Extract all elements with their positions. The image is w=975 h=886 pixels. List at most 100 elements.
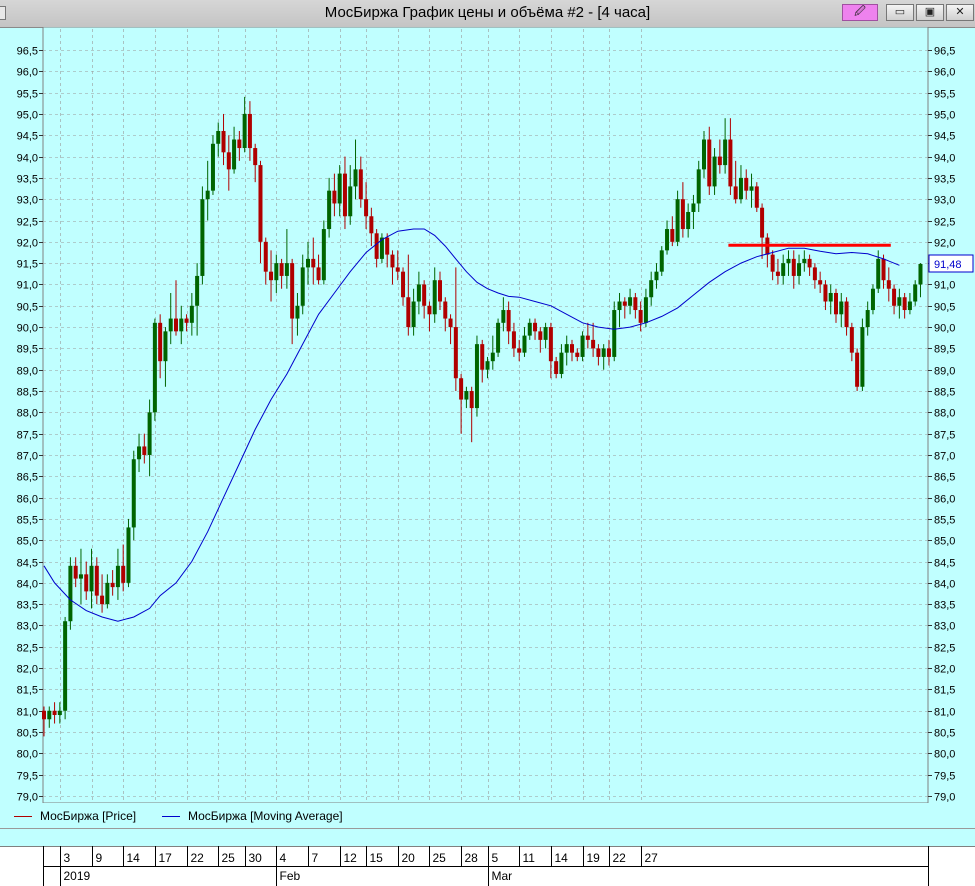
candle-body — [221, 130, 226, 153]
candle-body — [306, 258, 310, 268]
link-pin-button[interactable]: 🖉 — [842, 4, 878, 21]
candle-body — [511, 331, 516, 349]
candle-body — [612, 310, 617, 357]
candle-body — [348, 186, 353, 217]
y-tick-label-left: 94,5 — [17, 131, 38, 143]
candle-body — [205, 190, 210, 200]
y-tick-label-left: 80,5 — [17, 728, 38, 740]
candle-body — [137, 446, 142, 460]
candle-body — [242, 113, 247, 149]
candle-body — [390, 254, 395, 268]
candle-body — [464, 391, 469, 400]
candle-body — [469, 391, 474, 409]
candle-body — [665, 229, 670, 251]
candle-body — [823, 284, 828, 302]
candle-up — [126, 518, 131, 588]
candle-body — [596, 348, 601, 357]
candle-up — [870, 284, 875, 315]
y-tick-label-left: 83,5 — [17, 600, 38, 612]
candle-body — [617, 301, 622, 311]
time-axis[interactable]: 3 9 14 17 22 25 30 4 7 12 15 20 25 28 5 11 14 19 22 27 2019 F… — [0, 846, 975, 886]
price-chart[interactable]: 96,5 96,0 95,5 95,0 94,5 94,0 93,5 93,0 92,5 92,0… — [0, 27, 975, 803]
y-tick-label-right: 93,5 — [934, 174, 955, 186]
candle-up — [152, 318, 157, 421]
last-price-label: 91,48 — [934, 259, 962, 271]
candle-body — [533, 322, 538, 332]
y-tick-label-left: 84,5 — [17, 558, 38, 570]
y-tick-label-left: 92,0 — [17, 238, 38, 250]
candle-body — [770, 254, 775, 272]
y-tick-label-right: 79,5 — [934, 771, 955, 783]
day-tick-label: 4 — [280, 851, 287, 865]
y-tick-label-right: 88,0 — [934, 408, 955, 420]
candle-body — [860, 327, 865, 387]
y-tick-label-left: 91,5 — [17, 259, 38, 271]
day-tick-label: 25 — [433, 851, 447, 865]
candle-body — [342, 173, 347, 217]
y-tick-label-left: 89,5 — [17, 344, 38, 356]
candle-body — [686, 211, 691, 230]
day-tick-label: 19 — [587, 851, 601, 865]
candle-body — [517, 348, 522, 353]
candle-body — [284, 263, 289, 276]
candle-body — [733, 186, 738, 200]
candle-body — [438, 280, 442, 302]
y-tick-label-right: 92,0 — [934, 238, 955, 250]
candle-body — [174, 318, 178, 332]
close-button[interactable]: ✕ — [946, 4, 974, 21]
minimize-button[interactable]: ▭ — [886, 4, 914, 21]
y-tick-label-left: 84,0 — [17, 579, 38, 591]
candle-body — [179, 318, 184, 332]
y-tick-label-right: 92,5 — [934, 217, 955, 229]
maximize-button[interactable]: ▣ — [916, 4, 944, 21]
candle-body — [422, 284, 427, 306]
candle-up — [379, 233, 384, 264]
y-tick-label-right: 94,5 — [934, 131, 955, 143]
legend-swatch-price — [14, 815, 32, 817]
candle-body — [480, 344, 485, 370]
candle-body — [258, 165, 263, 242]
candle-body — [152, 322, 157, 413]
candle-body — [501, 310, 506, 323]
candle-body — [126, 527, 131, 583]
y-tick-label-right: 84,0 — [934, 579, 955, 591]
candle-down — [855, 348, 860, 392]
day-tick-label: 22 — [191, 851, 205, 865]
candle-body — [580, 335, 585, 357]
candle-body — [702, 139, 706, 170]
y-tick-label-left: 96,5 — [17, 46, 38, 58]
candle-body — [237, 139, 242, 149]
y-tick-label-right: 93,0 — [934, 195, 955, 207]
y-tick-label-left: 92,5 — [17, 217, 38, 229]
candle-body — [522, 335, 527, 353]
candle-body — [897, 297, 902, 306]
candle-body — [147, 412, 152, 455]
candle-body — [316, 267, 321, 281]
candle-up — [131, 450, 136, 541]
chart-legend: МосБиржа [Price] МосБиржа [Moving Averag… — [0, 805, 975, 829]
month-tick-label: Mar — [492, 869, 513, 883]
candle-body — [68, 565, 73, 622]
candle-up — [496, 318, 501, 357]
legend-swatch-moving-average — [162, 815, 180, 817]
candle-body — [643, 297, 648, 323]
month-tick-label: Feb — [280, 869, 301, 883]
day-tick-label: 14 — [555, 851, 569, 865]
candle-body — [606, 348, 611, 357]
day-tick-label: 25 — [222, 851, 236, 865]
candle-up — [200, 186, 205, 285]
candle-body — [538, 331, 543, 340]
day-tick-label: 3 — [64, 851, 71, 865]
y-tick-label-right: 96,5 — [934, 46, 955, 58]
candle-body — [886, 280, 891, 289]
candle-body — [712, 156, 717, 187]
candle-up — [68, 557, 73, 630]
y-tick-label-right: 80,0 — [934, 749, 955, 761]
candle-body — [168, 318, 173, 332]
candle-body — [105, 582, 110, 605]
day-tick-label: 27 — [645, 851, 659, 865]
y-tick-label-right: 90,5 — [934, 302, 955, 314]
y-tick-label-left: 95,5 — [17, 89, 38, 101]
candle-body — [78, 574, 83, 579]
y-tick-label-left: 81,0 — [17, 707, 38, 719]
